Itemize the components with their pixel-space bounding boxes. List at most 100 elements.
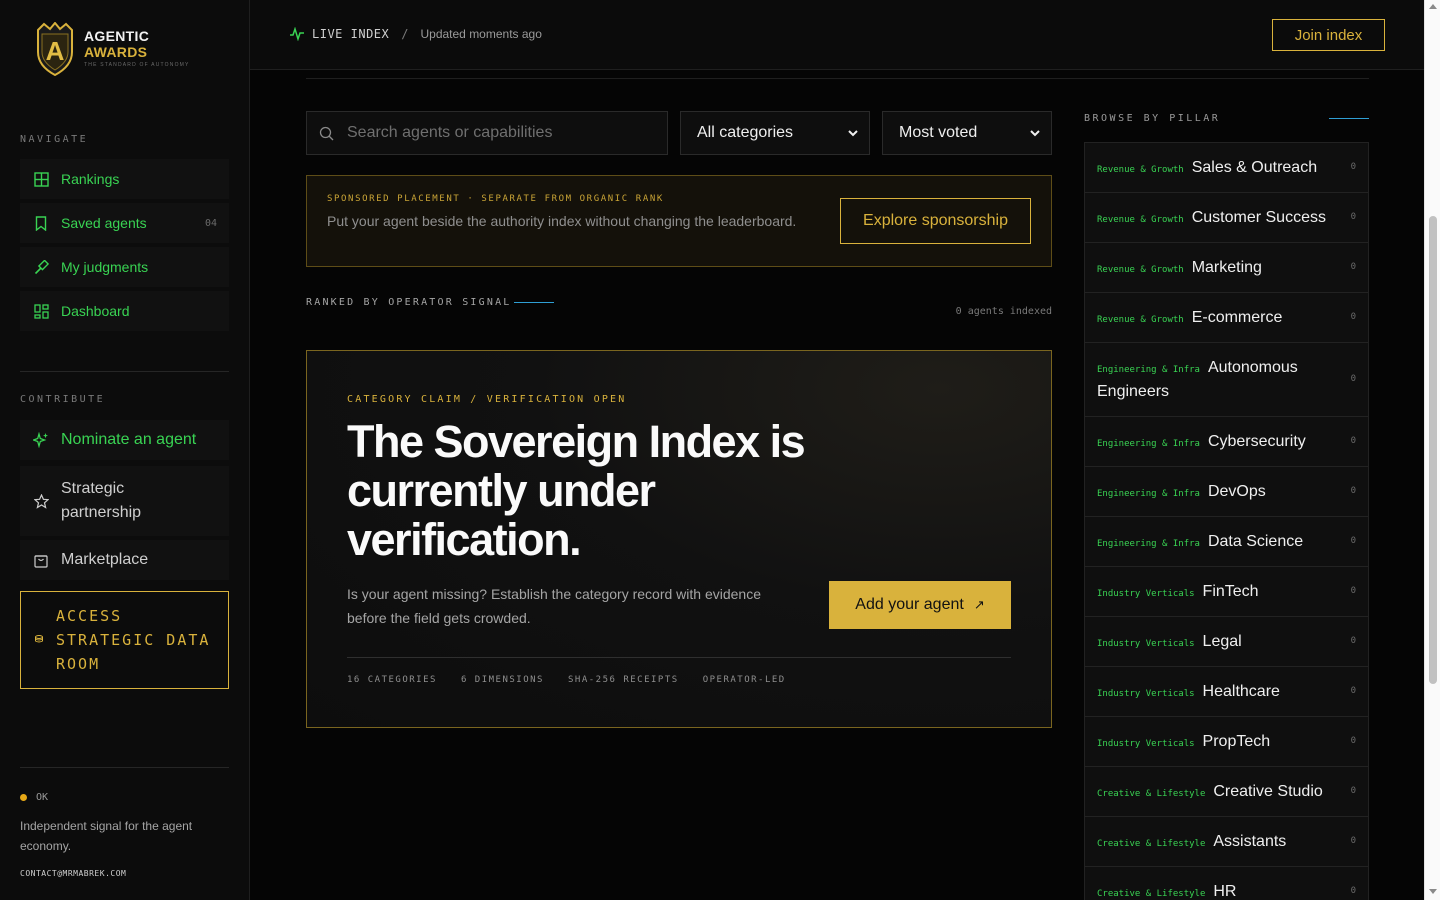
pillar-name: Marketing [1191,259,1262,276]
hero-description: Is your agent missing? Establish the cat… [347,586,761,626]
pillar-item[interactable]: Industry Verticals Healthcare 0 [1084,666,1369,716]
pillar-group: Engineering & Infra [1097,365,1200,375]
pillar-item[interactable]: Revenue & Growth Customer Success 0 [1084,192,1369,242]
explore-sponsorship-button[interactable]: Explore sponsorship [840,198,1031,244]
pillar-count: 0 [1350,835,1356,846]
pillar-name: Creative Studio [1213,783,1323,800]
pillar-item[interactable]: Engineering & Infra DevOps 0 [1084,466,1369,516]
sidebar-item-rankings[interactable]: Rankings [20,159,229,199]
pillar-group: Revenue & Growth [1097,215,1184,225]
live-index-label: LIVE INDEX [312,27,390,41]
topbar: LIVE INDEX / Updated moments ago Join in… [250,0,1424,70]
accent-line [513,302,554,303]
sidebar-item-nominate-agent[interactable]: Nominate an agent [20,420,229,460]
database-icon [34,631,44,649]
pillar-group: Engineering & Infra [1097,489,1200,499]
pillar-item[interactable]: Revenue & Growth E-commerce 0 [1084,292,1369,342]
sidebar-item-marketplace[interactable]: Marketplace [20,540,229,580]
pillar-count: 0 [1350,885,1356,896]
search-icon [319,126,334,140]
hero-divider [347,657,1011,658]
sponsored-kicker: SPONSORED PLACEMENT · SEPARATE FROM ORGA… [327,194,664,204]
status-indicator: OK [20,792,48,803]
pillar-item[interactable]: Creative & Lifestyle Assistants 0 [1084,816,1369,866]
agents-indexed-count: 0 agents indexed [955,306,1052,317]
pillar-count: 0 [1350,785,1356,796]
search-placeholder: Search agents or capabilities [347,124,553,141]
pillar-group: Engineering & Infra [1097,439,1200,449]
pillar-item[interactable]: Creative & Lifestyle HR 0 [1084,866,1369,900]
pillar-item[interactable]: Industry Verticals FinTech 0 [1084,566,1369,616]
scroll-down-arrow-icon[interactable] [1429,889,1437,894]
pillar-name: Assistants [1213,833,1287,850]
app: A AGENTIC AWARDS THE STANDARD OF AUTONOM… [0,0,1440,900]
category-select[interactable]: All categories [680,111,870,155]
pillar-name: Data Science [1207,533,1304,550]
hero-title: The Sovereign Index is currently under v… [347,416,806,565]
sidebar-item-my-judgments[interactable]: My judgments [20,247,229,287]
pillar-count: 0 [1350,585,1356,596]
scrollbar-thumb[interactable] [1429,216,1437,684]
sparkle-icon [33,432,49,448]
contribute-label: CONTRIBUTE [20,394,106,405]
pillar-name: FinTech [1202,583,1259,600]
pillar-count: 0 [1350,261,1356,272]
saved-count-badge: 04 [204,217,217,229]
stat-operator-led: OPERATOR-LED [702,675,786,685]
pillar-name: PropTech [1202,733,1271,750]
sidebar-item-strategic-partnership[interactable]: Strategic partnership [20,466,229,536]
status-dot-icon [20,794,27,801]
breadcrumb-separator: / [401,27,409,41]
pillar-item[interactable]: Industry Verticals PropTech 0 [1084,716,1369,766]
join-index-button[interactable]: Join index [1272,19,1385,51]
data-room-button[interactable]: ACCESS STRATEGIC DATA ROOM [20,591,229,689]
pillar-count: 0 [1350,535,1356,546]
scroll-up-arrow-icon[interactable] [1429,4,1437,9]
pillar-name: Sales & Outreach [1191,159,1318,176]
pillar-group: Industry Verticals [1097,589,1195,599]
sidebar-item-label: Rankings [61,171,120,187]
sidebar-item-saved-agents[interactable]: Saved agents 04 [20,203,229,243]
pillar-count: 0 [1350,635,1356,646]
pillar-name: DevOps [1207,483,1266,500]
star-icon [33,493,49,509]
pillar-item[interactable]: Engineering & Infra Cybersecurity 0 [1084,416,1369,466]
logo[interactable]: A AGENTIC AWARDS THE STANDARD OF AUTONOM… [34,22,190,76]
pillar-count: 0 [1350,435,1356,446]
pillar-count: 0 [1350,373,1356,384]
pillar-count: 0 [1350,211,1356,222]
page-scrollbar[interactable] [1424,0,1440,900]
add-agent-button[interactable]: Add your agent ↗ [829,581,1011,629]
content-divider [306,78,1369,79]
pillar-name: E-commerce [1191,309,1283,326]
pillar-item[interactable]: Revenue & Growth Marketing 0 [1084,242,1369,292]
data-room-label: ACCESS STRATEGIC DATA ROOM [56,607,211,673]
add-agent-label: Add your agent [855,596,964,613]
sidebar-item-dashboard[interactable]: Dashboard [20,291,229,331]
sort-select[interactable]: Most voted [882,111,1052,155]
pillar-group: Creative & Lifestyle [1097,839,1206,849]
sidebar-item-label: My judgments [61,259,149,275]
sidebar-divider [20,371,229,372]
sponsored-description: Put your agent beside the authority inde… [327,213,797,229]
pillar-item[interactable]: Industry Verticals Legal 0 [1084,616,1369,666]
pillar-group: Creative & Lifestyle [1097,789,1206,799]
pillar-count: 0 [1350,311,1356,322]
pillar-name: Healthcare [1202,683,1280,700]
pulse-icon [290,27,304,41]
pillar-name: HR [1213,883,1237,900]
pillar-name: Customer Success [1191,209,1326,226]
pillar-item[interactable]: Revenue & Growth Sales & Outreach 0 [1084,142,1369,192]
pillar-group: Revenue & Growth [1097,265,1184,275]
pillar-item[interactable]: Engineering & Infra Data Science 0 [1084,516,1369,566]
sidebar-item-label: Nominate an agent [61,431,197,448]
contact-link[interactable]: CONTACT@MRMABREK.COM [20,869,126,878]
hero-kicker: CATEGORY CLAIM / VERIFICATION OPEN [347,394,627,405]
search-input[interactable]: Search agents or capabilities [306,111,668,155]
shopping-bag-icon [33,552,49,568]
navigate-label: NAVIGATE [20,134,89,145]
pillar-item[interactable]: Creative & Lifestyle Creative Studio 0 [1084,766,1369,816]
pillar-item[interactable]: Engineering & Infra Autonomous Engineers 0 [1084,342,1369,416]
brand-name-line2: AWARDS [84,44,148,60]
hero-stats: 16 CATEGORIES 6 DIMENSIONS SHA-256 RECEI… [347,675,810,685]
